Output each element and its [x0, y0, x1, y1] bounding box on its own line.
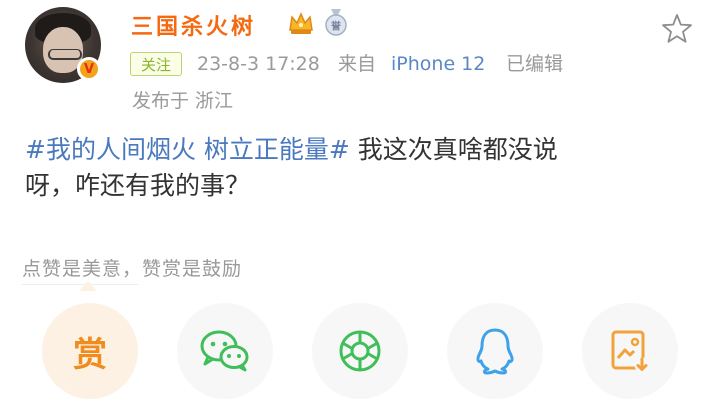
- svg-text:誉: 誉: [330, 20, 342, 33]
- wechat-icon: [200, 330, 249, 372]
- crown-icon: [289, 12, 313, 34]
- share-wechat-button[interactable]: [177, 303, 273, 399]
- post-location: 发布于 浙江: [132, 90, 234, 112]
- share-moments-button[interactable]: [312, 303, 408, 399]
- share-qq-button[interactable]: [447, 303, 543, 399]
- medal-icon: 誉: [325, 9, 347, 36]
- source-prefix: 来自: [338, 53, 377, 75]
- moments-icon: [339, 330, 381, 372]
- device-link[interactable]: iPhone 12: [391, 52, 485, 76]
- reward-pointer: [79, 281, 97, 291]
- post-date: 23-8-3 17:28: [197, 53, 320, 75]
- follow-button[interactable]: 关注: [130, 52, 182, 76]
- post-text-line2: 呀，咋还有我的事？: [25, 171, 251, 200]
- edited-label[interactable]: 已编辑: [506, 52, 563, 76]
- post-text: #我的人间烟火 树立正能量# 我这次真啥都没说 呀，咋还有我的事？: [25, 132, 685, 204]
- reward-icon: 赏: [73, 334, 107, 375]
- hashtag-link[interactable]: #我的人间烟火 树立正能量#: [25, 135, 350, 164]
- favorite-star-icon[interactable]: [660, 12, 694, 46]
- post-text-line1: 我这次真啥都没说: [349, 135, 558, 164]
- qq-penguin-icon: [476, 328, 514, 375]
- save-image-button[interactable]: [582, 303, 678, 399]
- username[interactable]: 三国杀火树: [131, 9, 256, 41]
- reward-hint: 点赞是美意，赞赏是鼓励: [22, 258, 243, 280]
- save-image-icon: [611, 330, 650, 373]
- verified-badge: V: [77, 57, 101, 81]
- reward-button[interactable]: 赏: [42, 303, 138, 399]
